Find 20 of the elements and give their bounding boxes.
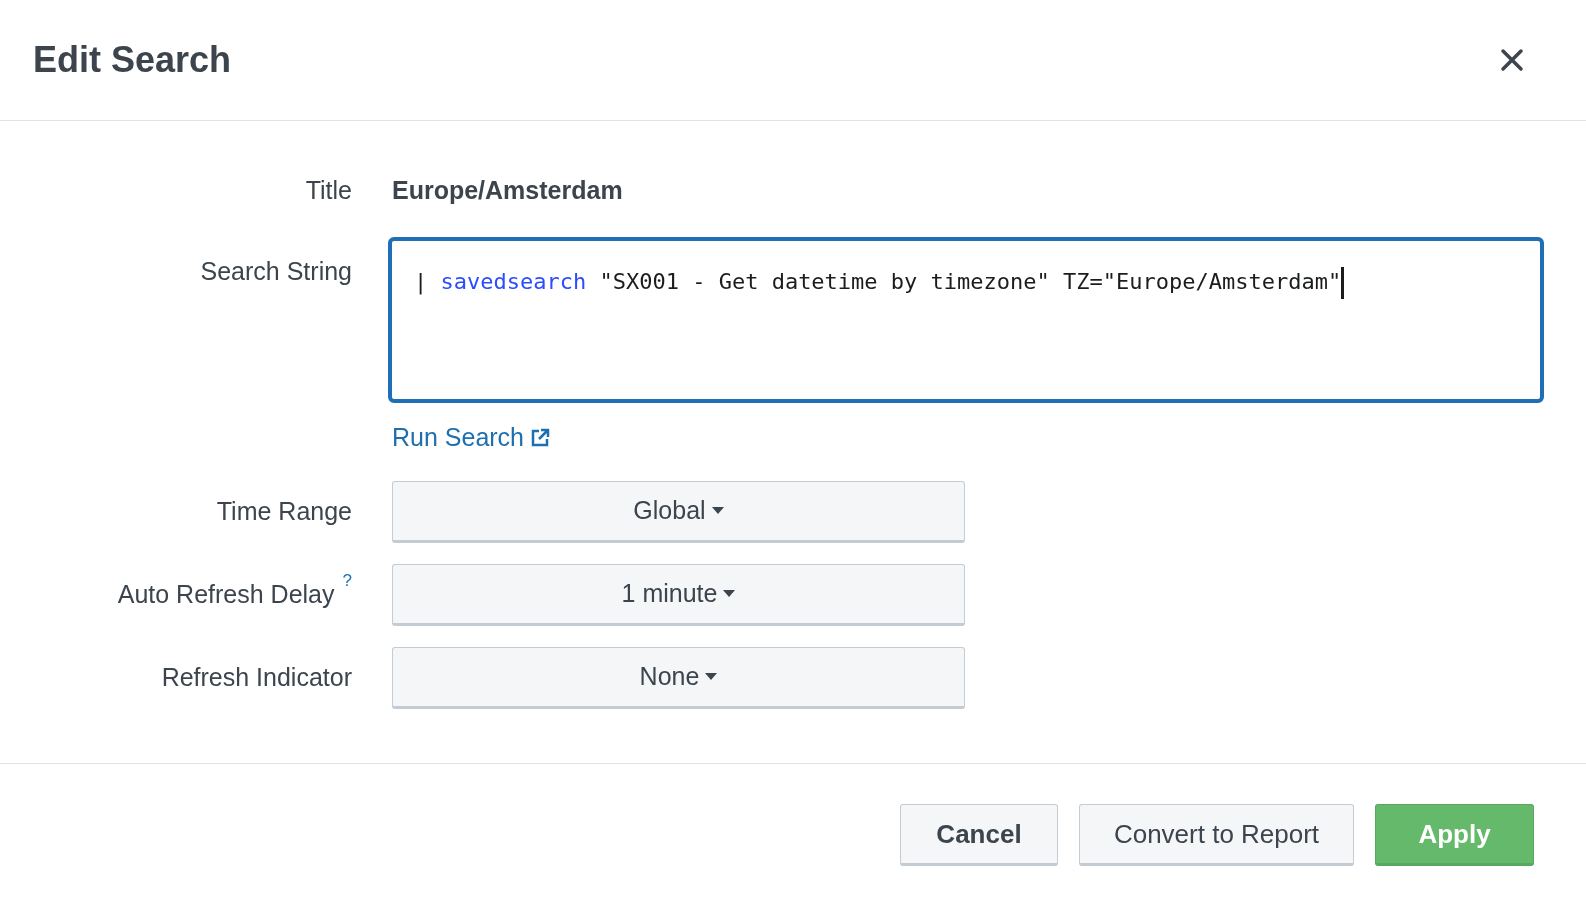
dropdown-button[interactable]: 1 minute [392, 563, 965, 626]
field-label: Auto Refresh Delay [117, 578, 335, 610]
run-search-link[interactable]: Run Search [392, 419, 1544, 457]
field-label: Search String [200, 257, 352, 285]
close-icon[interactable] [1500, 48, 1524, 72]
dialog-button[interactable]: Convert to Report [1079, 804, 1354, 866]
field-label: Title [305, 176, 352, 205]
dropdown-button[interactable]: Global [392, 480, 965, 543]
dropdown-button[interactable]: None [392, 646, 965, 709]
caret-icon [723, 589, 736, 598]
dialog-button[interactable]: Cancel [900, 804, 1058, 866]
external-link-icon [530, 427, 551, 448]
caret-icon [705, 672, 718, 681]
search-string-field[interactable]: | savedsearch "SX001 - Get datetime by timezone" TZ="Europe/Amsterdam" [388, 237, 1544, 403]
dialog-title: Edit Search [33, 38, 232, 82]
field-label: Refresh Indicator [161, 661, 352, 693]
title-value: Europe/Amsterdam [392, 175, 623, 207]
help-link[interactable]: ? [342, 567, 352, 594]
caret-icon [711, 506, 724, 515]
field-label: Time Range [216, 495, 352, 527]
